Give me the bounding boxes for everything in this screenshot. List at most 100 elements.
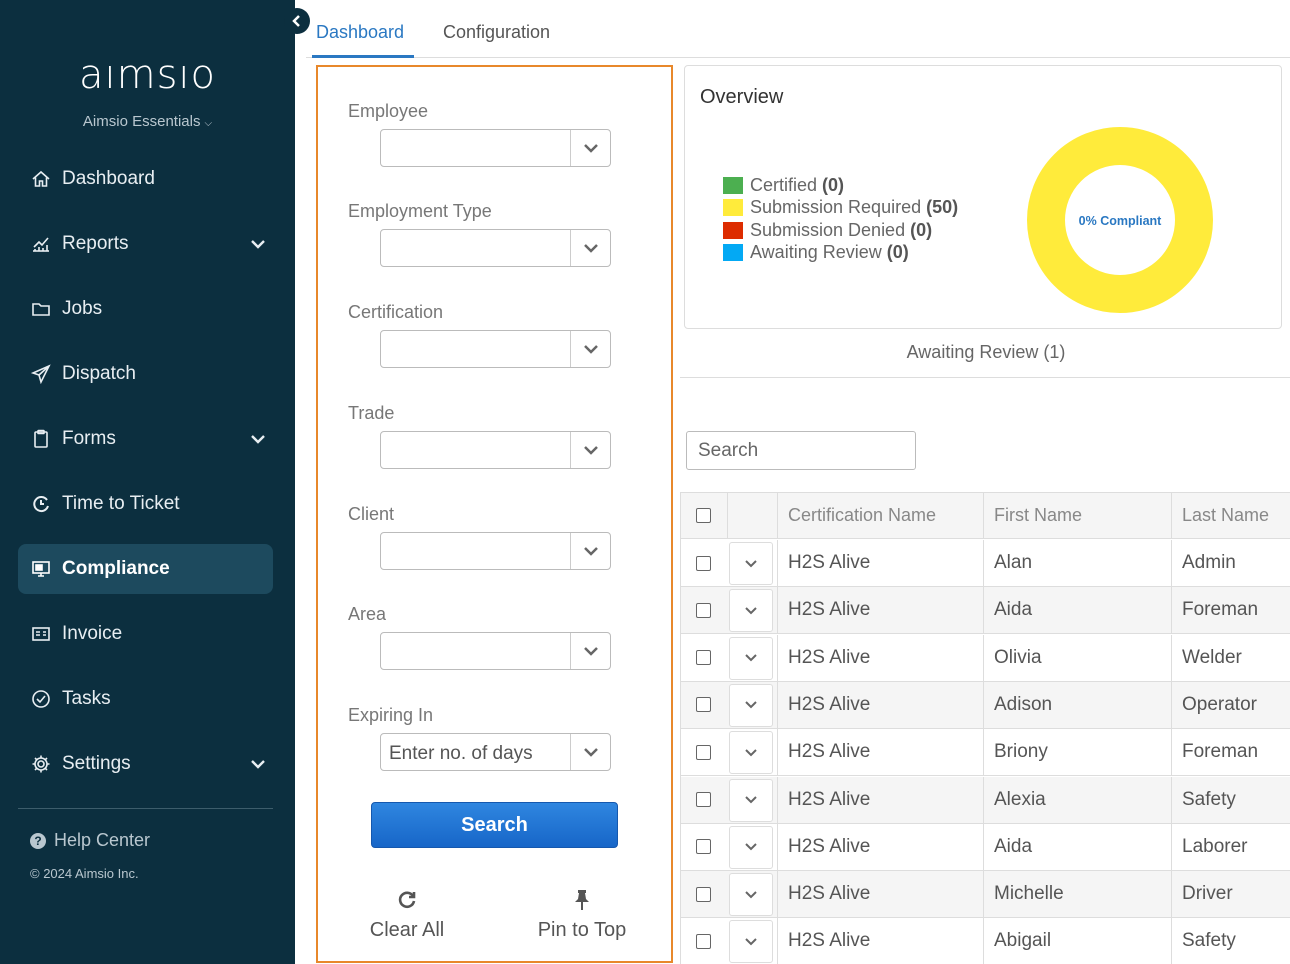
legend-swatch [723, 221, 743, 239]
table-row[interactable]: H2S Alive Alexia Safety [681, 776, 1290, 824]
cell-certification-name: H2S Alive [777, 634, 983, 681]
header-certification-name[interactable]: Certification Name [777, 493, 983, 538]
cell-first-name: Alexia [983, 776, 1171, 823]
row-checkbox-cell [681, 871, 727, 917]
cell-first-name: Briony [983, 729, 1171, 776]
table-row[interactable]: H2S Alive Briony Foreman [681, 729, 1290, 777]
sidebar-item-time-to-ticket[interactable]: Time to Ticket [18, 479, 273, 529]
chevron-down-icon[interactable] [247, 233, 269, 255]
cell-certification-name: H2S Alive [777, 587, 983, 634]
sidebar-item-dispatch[interactable]: Dispatch [18, 349, 273, 399]
sidebar-item-compliance[interactable]: Compliance [18, 544, 273, 594]
sidebar-item-label: Forms [62, 428, 116, 449]
header-last-name[interactable]: Last Name [1171, 493, 1290, 538]
chevron-down-icon [570, 633, 610, 669]
invoice-icon [30, 623, 52, 645]
sidebar-item-jobs[interactable]: Jobs [18, 284, 273, 334]
table-row[interactable]: H2S Alive Aida Foreman [681, 587, 1290, 635]
cell-certification-name: H2S Alive [777, 540, 983, 586]
tab-dashboard[interactable]: Dashboard [316, 22, 404, 43]
legend-item-submission-required[interactable]: Submission Required (50) [723, 197, 958, 220]
expand-row-button[interactable] [729, 825, 773, 869]
header-first-name[interactable]: First Name [983, 493, 1171, 538]
legend-swatch [723, 176, 743, 194]
sidebar-item-dashboard[interactable]: Dashboard [18, 154, 273, 204]
client-select[interactable] [380, 532, 611, 570]
expand-row-button[interactable] [729, 542, 773, 585]
table-row[interactable]: H2S Alive Olivia Welder [681, 634, 1290, 682]
table-row[interactable]: H2S Alive Abigail Safety [681, 918, 1290, 964]
table-row[interactable]: H2S Alive Aida Laborer [681, 823, 1290, 871]
cell-last-name: Driver [1171, 871, 1290, 918]
legend-item-awaiting-review[interactable]: Awaiting Review (0) [723, 242, 958, 265]
row-checkbox[interactable] [696, 933, 711, 949]
expand-row-button[interactable] [729, 589, 773, 633]
row-checkbox[interactable] [696, 602, 711, 618]
clear-all-button[interactable]: Clear All [352, 887, 462, 942]
sidebar-divider [18, 808, 273, 809]
certification-select[interactable] [380, 330, 611, 368]
row-checkbox[interactable] [696, 555, 711, 571]
help-center-link[interactable]: ? Help Center [30, 830, 150, 851]
sidebar-item-label: Jobs [62, 298, 103, 319]
table-row[interactable]: H2S Alive Adison Operator [681, 681, 1290, 729]
expand-row-button[interactable] [729, 636, 773, 680]
help-center-label: Help Center [54, 830, 151, 850]
search-button[interactable]: Search [371, 802, 618, 848]
row-checkbox[interactable] [696, 792, 711, 807]
table-row[interactable]: H2S Alive Alan Admin [681, 540, 1290, 587]
row-checkbox-cell [681, 682, 727, 728]
row-checkbox[interactable] [696, 650, 711, 666]
expand-row-button[interactable] [729, 778, 773, 822]
table-row[interactable]: H2S Alive Michelle Driver [681, 871, 1290, 919]
expiring-in-input[interactable]: Enter no. of days [380, 733, 611, 771]
chevron-down-icon[interactable] [247, 428, 269, 450]
expand-row-button[interactable] [729, 873, 773, 917]
compliance-donut-chart: 0% Compliant [1027, 127, 1213, 313]
expiring-in-placeholder: Enter no. of days [389, 743, 533, 764]
pin-to-top-button[interactable]: Pin to Top [527, 887, 637, 942]
sidebar-item-tasks[interactable]: Tasks [18, 674, 273, 724]
sidebar-item-label: Dispatch [62, 363, 136, 384]
employment-type-select[interactable] [380, 229, 611, 267]
sidebar-item-forms[interactable]: Forms [18, 414, 273, 464]
trade-select[interactable] [380, 431, 611, 469]
select-all-checkbox[interactable] [696, 508, 711, 523]
cell-first-name: Olivia [983, 634, 1171, 681]
expand-row-button[interactable] [729, 683, 773, 727]
expand-row-button[interactable] [729, 920, 773, 964]
chevron-down-icon [745, 890, 757, 899]
expand-row-button[interactable] [729, 731, 773, 775]
chevron-left-icon [292, 15, 300, 27]
certification-table: Certification Name First Name Last Name … [680, 492, 1290, 964]
row-checkbox[interactable] [696, 839, 711, 855]
sidebar-item-settings[interactable]: Settings [18, 739, 273, 789]
search-input[interactable] [686, 431, 916, 470]
sidebar-item-reports[interactable]: Reports [18, 219, 273, 269]
row-checkbox[interactable] [696, 697, 711, 713]
sidebar-item-invoice[interactable]: Invoice [18, 609, 273, 659]
pin-icon [527, 887, 637, 913]
row-checkbox[interactable] [696, 744, 711, 760]
cell-last-name: Admin [1171, 540, 1290, 586]
home-icon [30, 168, 52, 190]
chevron-down-icon [570, 331, 610, 367]
employee-label: Employee [348, 101, 429, 121]
area-select[interactable] [380, 632, 611, 670]
legend-item-submission-denied[interactable]: Submission Denied (0) [723, 219, 958, 242]
section-divider [680, 377, 1290, 378]
aimsio-logo[interactable]: aımsıo [0, 52, 295, 98]
row-checkbox[interactable] [696, 886, 711, 902]
tab-configuration[interactable]: Configuration [443, 22, 550, 43]
legend-item-certified[interactable]: Certified (0) [723, 174, 958, 197]
chevron-down-icon [745, 654, 757, 662]
clipboard-icon [30, 428, 52, 450]
employee-select[interactable] [380, 129, 611, 167]
chevron-down-icon[interactable] [247, 753, 269, 775]
chart-icon [30, 233, 52, 255]
product-switcher[interactable]: Aimsio Essentials ⌵ [0, 113, 295, 130]
collapse-sidebar-button[interactable] [284, 8, 310, 34]
chevron-down-icon [745, 748, 757, 757]
awaiting-review-tab[interactable]: Awaiting Review (1) [684, 342, 1288, 363]
chevron-down-icon [745, 607, 757, 615]
